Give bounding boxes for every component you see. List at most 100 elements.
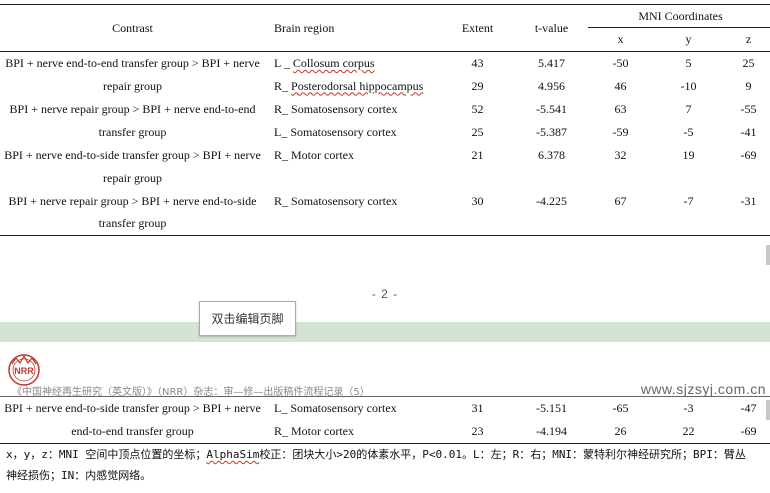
region-name: Collosum corpus — [292, 55, 375, 70]
region-prefix: R_ — [274, 193, 289, 208]
logo-text: NRR — [14, 366, 34, 376]
cell-contrast: BPI + nerve repair group > BPI + nerve e… — [9, 101, 256, 116]
cell-z: -69 — [740, 147, 757, 162]
cell-t-value: -4.225 — [536, 193, 567, 208]
cell-extent — [440, 213, 515, 236]
region-prefix: L_ — [274, 124, 288, 139]
cell-y — [653, 167, 724, 190]
header-t-value: t-value — [515, 4, 588, 52]
cell-contrast: BPI + nerve end-to-side transfer group >… — [4, 401, 261, 415]
cell-y: 22 — [682, 423, 695, 438]
scroll-marker-2[interactable] — [766, 400, 770, 420]
table-row: end-to-end transfer group R_ Motor cortex… — [0, 420, 770, 443]
cell-contrast: BPI + nerve end-to-side transfer group >… — [4, 147, 261, 162]
cell-brain-region: R_ Posterodorsal hippocampus — [265, 75, 440, 98]
cell-x: -59 — [612, 124, 629, 139]
results-table: Contrast Brain region Extent t-value MNI… — [0, 4, 770, 236]
cell-extent: 30 — [471, 193, 484, 208]
cell-x: 46 — [614, 78, 627, 93]
table-row: repair group — [0, 167, 770, 190]
cell-t-value: -5.387 — [536, 124, 567, 139]
cell-z: -55 — [740, 101, 757, 116]
cell-contrast: repair group — [103, 170, 162, 185]
document-page-1: Contrast Brain region Extent t-value MNI… — [0, 0, 770, 322]
cell-brain-region — [265, 167, 440, 190]
cell-extent: 23 — [471, 423, 484, 438]
header-extent: Extent — [440, 4, 515, 52]
cell-t-value: -5.541 — [536, 101, 567, 116]
cell-y: 19 — [682, 147, 695, 162]
cell-extent: 31 — [471, 401, 484, 415]
region-prefix: L _ — [274, 55, 290, 70]
cell-x: 67 — [614, 193, 627, 208]
header-y: y — [653, 27, 724, 52]
edit-footer-button[interactable]: 双击编辑页脚 — [199, 301, 296, 336]
cell-z: -47 — [740, 401, 757, 415]
table-row: transfer group L_ Somatosensory cortex 25 -… — [0, 121, 770, 144]
footnote-line1-start: x，y，z：MNI 空间中顶点位置的坐标； — [6, 448, 207, 461]
cell-x: 26 — [614, 423, 627, 438]
region-prefix: R_ — [274, 101, 289, 116]
cell-t-value — [515, 213, 588, 236]
region-name: Motor cortex — [291, 147, 354, 162]
cell-x: 32 — [614, 147, 627, 162]
cell-x: -50 — [612, 55, 629, 70]
site-url: www.sjzsyj.com.cn — [640, 381, 766, 397]
cell-brain-region: R_ Motor cortex — [265, 144, 440, 167]
cell-y: -3 — [683, 401, 694, 415]
cell-extent — [440, 167, 515, 190]
cell-x — [588, 213, 653, 236]
cell-z: -69 — [740, 423, 757, 438]
cell-brain-region — [265, 213, 440, 236]
cell-contrast: transfer group — [98, 124, 167, 139]
cell-extent: 52 — [471, 101, 484, 116]
table-footnote: x，y，z：MNI 空间中顶点位置的坐标；AlphaSim校正：团块大小>20的… — [6, 444, 766, 486]
table-row: BPI + nerve end-to-side transfer group >… — [0, 144, 770, 167]
footnote-line2: 神经损伤；IN：内感觉网络。 — [6, 469, 152, 482]
table-row: BPI + nerve repair group > BPI + nerve e… — [0, 190, 770, 213]
cell-x — [588, 167, 653, 190]
cell-t-value: -5.151 — [536, 401, 567, 415]
cell-brain-region: L _ Collosum corpus — [265, 52, 440, 75]
header-contrast: Contrast — [0, 4, 265, 52]
footnote-alphasim: AlphaSim — [206, 448, 260, 461]
region-prefix: R_ — [274, 147, 289, 162]
cell-contrast: BPI + nerve repair group > BPI + nerve e… — [8, 193, 257, 208]
cell-t-value: 6.378 — [538, 147, 565, 162]
cell-z — [724, 167, 770, 190]
page-number: - 2 - — [371, 287, 399, 301]
cell-contrast: end-to-end transfer group — [71, 423, 194, 438]
footnote-line1-end: 校正：团块大小>20的体素水平，P<0.01。L：左；R：右；MNI：蒙特利尔神… — [259, 448, 746, 461]
cell-extent: 43 — [471, 55, 484, 70]
cell-y: -5 — [683, 124, 694, 139]
cell-y: 5 — [685, 55, 692, 70]
scroll-marker[interactable] — [766, 245, 770, 265]
cell-y: -10 — [680, 78, 697, 93]
cell-z: -41 — [740, 124, 757, 139]
cell-y — [653, 213, 724, 236]
page-gap — [0, 322, 770, 342]
cell-z: 9 — [745, 78, 752, 93]
header-mni-coordinates: MNI Coordinates — [588, 4, 770, 28]
table-row: transfer group — [0, 213, 770, 236]
cell-contrast: repair group — [103, 78, 162, 93]
region-prefix: R_ — [274, 78, 292, 93]
table-row: repair group R_ Posterodorsal hippocampus… — [0, 75, 770, 98]
cell-brain-region: L_ Somatosensory cortex — [265, 121, 440, 144]
header-z: z — [724, 27, 770, 52]
header-x: x — [588, 27, 653, 52]
cell-contrast: transfer group — [98, 216, 167, 231]
cell-extent: 25 — [471, 124, 484, 139]
cell-z: 25 — [742, 55, 755, 70]
cell-z — [724, 213, 770, 236]
cell-extent: 21 — [471, 147, 484, 162]
cell-brain-region: R_ Somatosensory cortex — [265, 98, 440, 121]
cell-x: 63 — [614, 101, 627, 116]
cell-y: 7 — [685, 101, 692, 116]
cell-extent: 29 — [471, 78, 484, 93]
cell-t-value: -4.194 — [536, 423, 567, 438]
cell-t-value: 5.417 — [538, 55, 565, 70]
cell-x: -65 — [612, 401, 629, 415]
results-table-continued: BPI + nerve end-to-side transfer group >… — [0, 397, 770, 444]
cell-brain-region: R_ Motor cortex — [274, 423, 354, 438]
